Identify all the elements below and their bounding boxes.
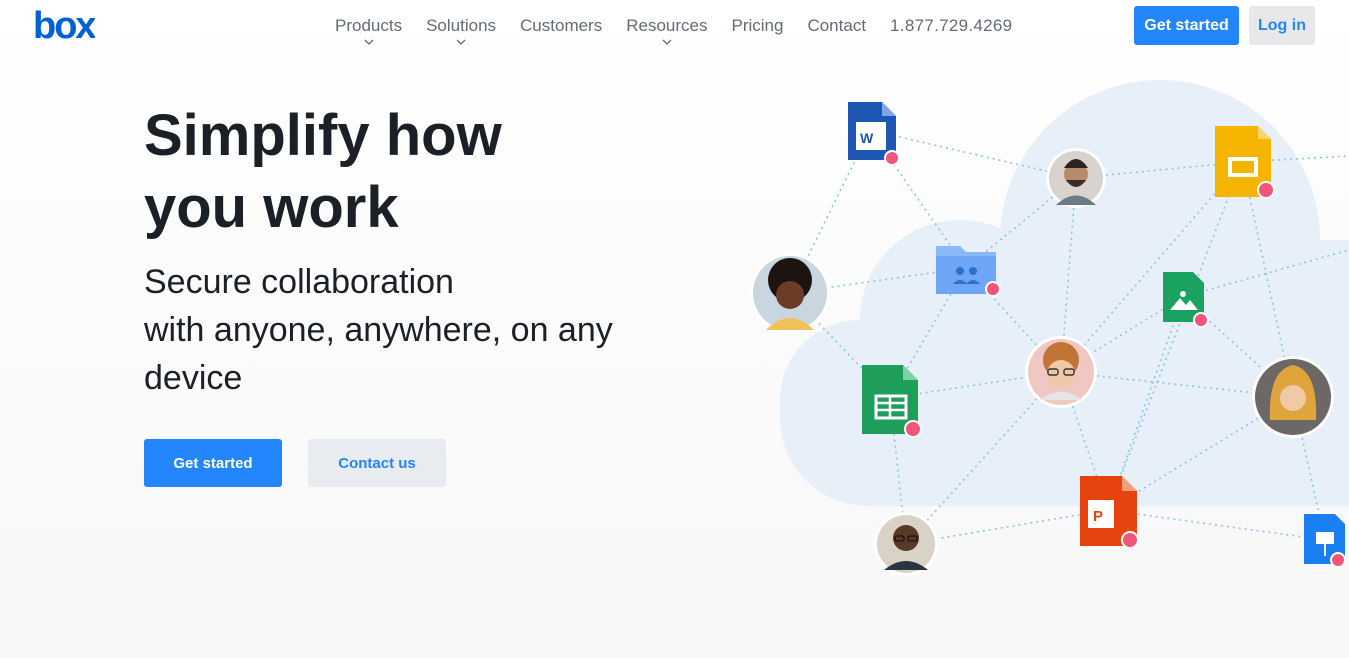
shared-folder-icon (936, 246, 1001, 297)
lock-badge-icon (904, 420, 922, 438)
avatar-woman-hijab (1252, 356, 1334, 438)
login-button[interactable]: Log in (1249, 6, 1315, 45)
nav-contact[interactable]: Contact (807, 0, 866, 36)
site-header: box Products Solutions Customers Resourc… (0, 0, 1349, 52)
nav-solutions[interactable]: Solutions (426, 0, 497, 45)
nav-pricing[interactable]: Pricing (731, 0, 783, 36)
header-get-started-button[interactable]: Get started (1134, 6, 1239, 45)
chevron-down-icon (662, 39, 672, 45)
headline-line-2: you work (144, 175, 399, 240)
hero-headline: Simplify how you work (144, 100, 704, 244)
chevron-down-icon (456, 39, 466, 45)
avatar-man-beard (1046, 148, 1106, 208)
avatar-woman-curly (750, 253, 830, 333)
subhead-line-1: Secure collaboration (144, 263, 454, 301)
word-badge-letter: W (860, 130, 874, 146)
lock-badge-icon (1330, 552, 1346, 568)
nav-resources[interactable]: Resources (626, 0, 708, 45)
google-slides-icon (1215, 126, 1275, 199)
subhead-line-3: device (144, 359, 243, 397)
avatar-man-suit (874, 512, 938, 576)
main-nav: Products Solutions Customers Resources P… (335, 0, 1012, 52)
lock-badge-icon (1193, 312, 1209, 328)
google-sheets-icon (862, 365, 922, 438)
powerpoint-icon: P (1080, 476, 1139, 549)
nav-products-label: Products (335, 16, 403, 35)
contact-us-button[interactable]: Contact us (308, 439, 446, 487)
subhead-line-2: with anyone, anywhere, on any (144, 311, 613, 349)
lock-badge-icon (1257, 181, 1275, 199)
lock-badge-icon (884, 150, 900, 166)
image-file-icon (1163, 272, 1209, 328)
powerpoint-badge-letter: P (1093, 508, 1103, 525)
chevron-down-icon (364, 39, 374, 45)
nav-customers[interactable]: Customers (520, 0, 602, 36)
nav-contact-label: Contact (807, 16, 867, 35)
word-doc-icon: W (848, 102, 900, 166)
collaboration-network-illustration: W P (750, 80, 1349, 576)
nav-customers-label: Customers (520, 16, 603, 35)
nav-products[interactable]: Products (335, 0, 403, 45)
keynote-icon (1304, 514, 1346, 568)
lock-badge-icon (985, 281, 1001, 297)
box-logo[interactable]: box (33, 8, 95, 44)
headline-line-1: Simplify how (144, 103, 502, 168)
nav-pricing-label: Pricing (731, 16, 784, 35)
hero-subheadline: Secure collaboration with anyone, anywhe… (144, 258, 644, 402)
nav-solutions-label: Solutions (426, 16, 497, 35)
lock-badge-icon (1121, 531, 1139, 549)
phone-number-link[interactable]: 1.877.729.4269 (890, 0, 1012, 36)
avatar-man-glasses (1025, 336, 1097, 408)
svg-text:box: box (33, 8, 95, 44)
nav-resources-label: Resources (626, 16, 708, 35)
hero-get-started-button[interactable]: Get started (144, 439, 282, 487)
